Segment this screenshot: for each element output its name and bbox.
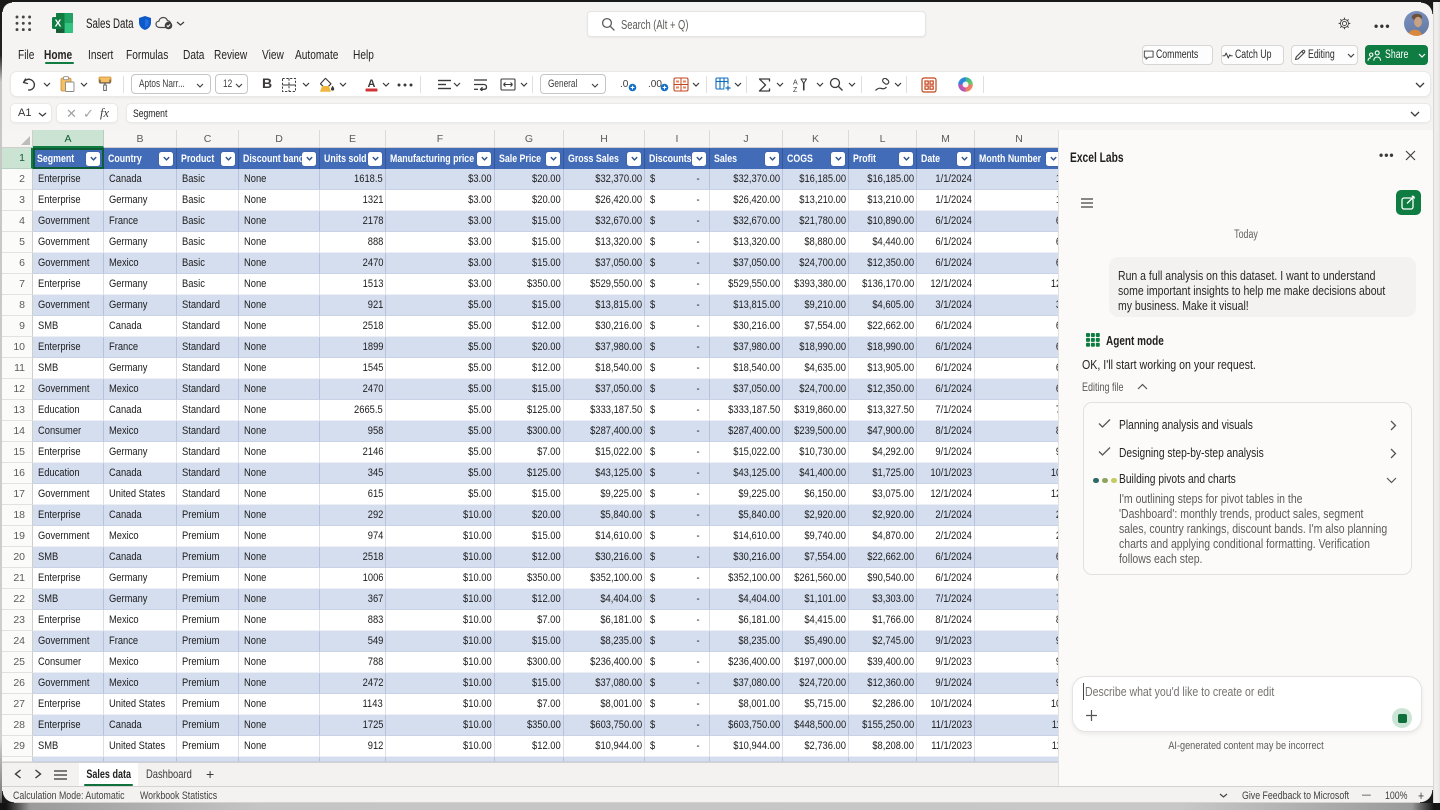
svg-text:.0: .0 [620, 79, 629, 90]
svg-text:A: A [793, 80, 798, 87]
svg-text:X: X [55, 19, 62, 30]
svg-text:A: A [368, 78, 376, 90]
svg-text:.00: .00 [648, 79, 662, 90]
svg-text:Z: Z [793, 87, 798, 92]
